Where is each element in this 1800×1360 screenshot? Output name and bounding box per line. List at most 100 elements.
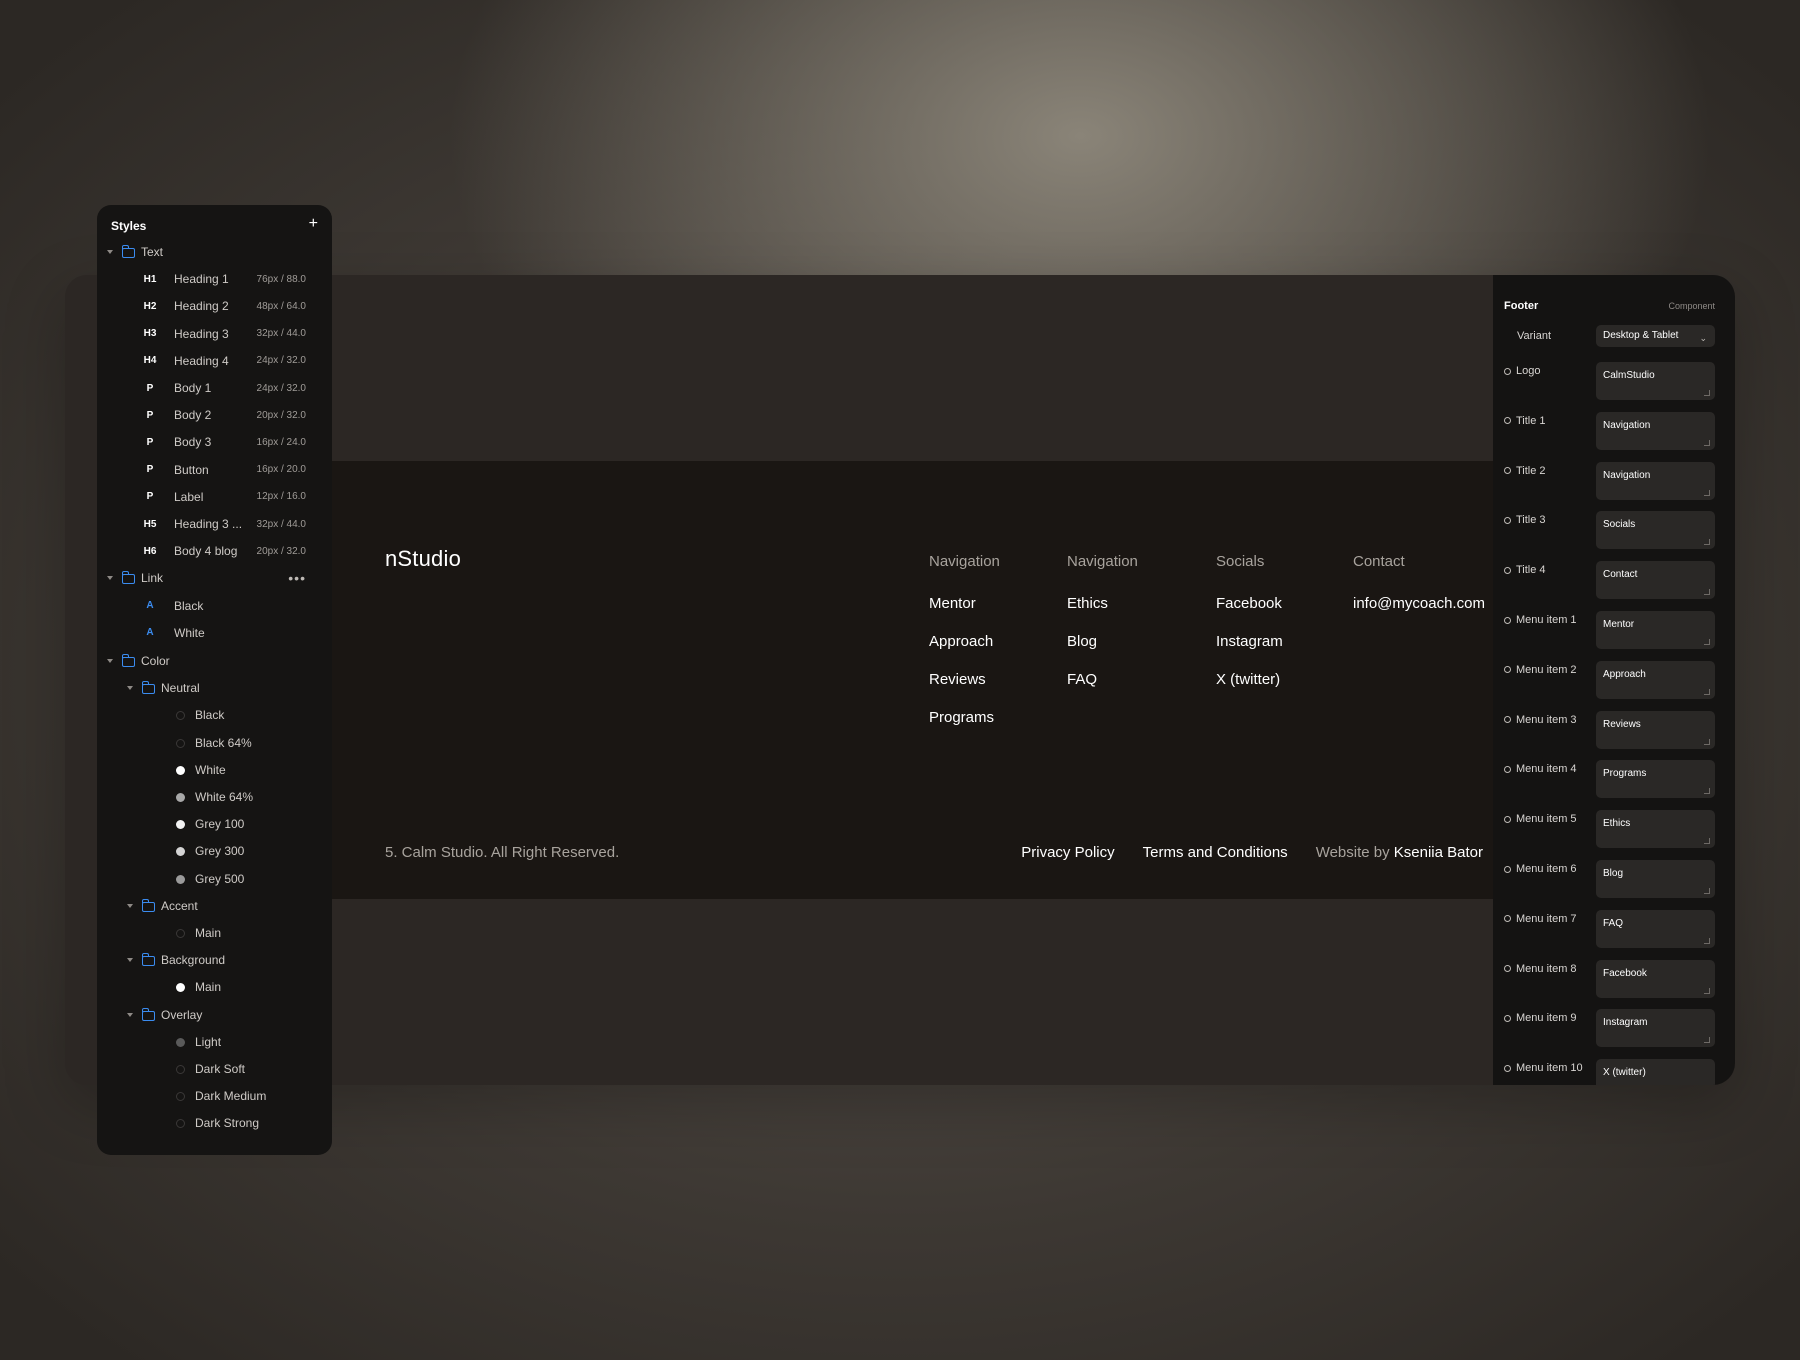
- resize-grip-icon[interactable]: [1704, 838, 1710, 845]
- contact-email-link[interactable]: info@mycoach.com: [1353, 595, 1485, 633]
- resize-grip-icon[interactable]: [1704, 390, 1710, 396]
- style-row[interactable]: Background: [97, 950, 332, 970]
- resize-grip-icon[interactable]: [1704, 439, 1710, 446]
- resize-grip-icon[interactable]: [1704, 788, 1710, 795]
- resize-grip-icon[interactable]: [1704, 539, 1710, 546]
- terms-link[interactable]: Terms and Conditions: [1143, 844, 1288, 861]
- property-link-icon[interactable]: [1504, 467, 1511, 475]
- property-text-field[interactable]: FAQ: [1596, 909, 1715, 948]
- style-row[interactable]: Grey 300: [97, 841, 332, 861]
- property-text-field[interactable]: Socials: [1596, 511, 1715, 550]
- style-row[interactable]: A Black: [97, 596, 332, 616]
- property-link-icon[interactable]: [1504, 516, 1511, 524]
- property-text-field[interactable]: Facebook: [1596, 959, 1715, 998]
- style-row[interactable]: Accent: [97, 896, 332, 916]
- style-row[interactable]: Black: [97, 705, 332, 725]
- property-text-field[interactable]: Ethics: [1596, 810, 1715, 849]
- style-row[interactable]: Overlay: [97, 1005, 332, 1025]
- style-row[interactable]: Grey 500: [97, 869, 332, 889]
- style-row[interactable]: H1 Heading 1 76px / 88.0: [97, 269, 332, 289]
- style-row[interactable]: H2 Heading 2 48px / 64.0: [97, 296, 332, 316]
- style-row[interactable]: Grey 100: [97, 814, 332, 834]
- property-link-icon[interactable]: [1504, 716, 1511, 724]
- style-row[interactable]: Link •••: [97, 568, 332, 588]
- footer-link[interactable]: Approach: [929, 633, 1000, 671]
- caret-down-icon[interactable]: [127, 903, 133, 908]
- footer-link[interactable]: Facebook: [1216, 595, 1283, 633]
- privacy-policy-link[interactable]: Privacy Policy: [1021, 844, 1114, 861]
- caret-down-icon[interactable]: [107, 659, 113, 663]
- footer-link[interactable]: Blog: [1067, 633, 1138, 671]
- property-link-icon[interactable]: [1504, 616, 1511, 624]
- resize-grip-icon[interactable]: [1704, 738, 1710, 745]
- property-link-icon[interactable]: [1504, 765, 1511, 773]
- property-text-field[interactable]: X (twitter): [1596, 1059, 1715, 1085]
- property-link-icon[interactable]: [1504, 1064, 1511, 1072]
- style-row[interactable]: Dark Strong: [97, 1113, 332, 1133]
- style-row[interactable]: H5 Heading 3 ... 32px / 44.0: [97, 514, 332, 534]
- caret-down-icon[interactable]: [127, 1012, 133, 1017]
- style-row[interactable]: White: [97, 760, 332, 780]
- property-text-field[interactable]: Reviews: [1596, 710, 1715, 749]
- style-row[interactable]: Main: [97, 977, 332, 997]
- style-row[interactable]: Main: [97, 923, 332, 943]
- property-text-field[interactable]: CalmStudio: [1596, 362, 1715, 400]
- footer-link[interactable]: Ethics: [1067, 595, 1138, 633]
- style-row[interactable]: Light: [97, 1032, 332, 1052]
- property-link-icon[interactable]: [1504, 865, 1511, 873]
- style-row[interactable]: P Body 1 24px / 32.0: [97, 378, 332, 398]
- property-link-icon[interactable]: [1504, 566, 1511, 574]
- caret-down-icon[interactable]: [107, 576, 113, 581]
- style-row[interactable]: Dark Medium: [97, 1086, 332, 1106]
- property-text-field[interactable]: Programs: [1596, 760, 1715, 799]
- style-row[interactable]: Neutral: [97, 678, 332, 698]
- property-link-icon[interactable]: [1504, 915, 1511, 923]
- property-text-field[interactable]: Instagram: [1596, 1009, 1715, 1048]
- style-row[interactable]: P Body 3 16px / 24.0: [97, 432, 332, 452]
- footer-preview[interactable]: nStudio Navigation Mentor Approach Revie…: [255, 461, 1510, 899]
- property-text-field[interactable]: Approach: [1596, 660, 1715, 699]
- property-link-icon[interactable]: [1504, 815, 1511, 823]
- footer-link[interactable]: Reviews: [929, 671, 1000, 709]
- style-row[interactable]: White 64%: [97, 787, 332, 807]
- property-link-icon[interactable]: [1504, 965, 1511, 973]
- style-row[interactable]: Color: [97, 651, 332, 671]
- property-link-icon[interactable]: [1504, 1014, 1511, 1022]
- resize-grip-icon[interactable]: [1704, 639, 1710, 645]
- style-row[interactable]: H6 Body 4 blog 20px / 32.0: [97, 541, 332, 561]
- resize-grip-icon[interactable]: [1704, 987, 1710, 994]
- resize-grip-icon[interactable]: [1704, 688, 1710, 695]
- variant-select[interactable]: Desktop & Tablet ⌄: [1596, 325, 1715, 347]
- style-row[interactable]: P Body 2 20px / 32.0: [97, 405, 332, 425]
- property-text-field[interactable]: Navigation: [1596, 411, 1715, 450]
- footer-link[interactable]: Mentor: [929, 595, 1000, 633]
- property-link-icon[interactable]: [1504, 666, 1511, 674]
- footer-logo[interactable]: nStudio: [385, 546, 461, 572]
- style-row[interactable]: P Label 12px / 16.0: [97, 487, 332, 507]
- style-row[interactable]: A White: [97, 623, 332, 643]
- footer-link[interactable]: FAQ: [1067, 671, 1138, 709]
- footer-link[interactable]: Programs: [929, 709, 1000, 747]
- style-row[interactable]: Black 64%: [97, 733, 332, 753]
- style-row[interactable]: Dark Soft: [97, 1059, 332, 1079]
- footer-link[interactable]: X (twitter): [1216, 671, 1283, 709]
- property-text-field[interactable]: Mentor: [1596, 611, 1715, 649]
- more-options-icon[interactable]: •••: [288, 570, 306, 586]
- credit-name-link[interactable]: Kseniia Bator: [1394, 844, 1483, 861]
- add-style-icon[interactable]: +: [309, 215, 318, 233]
- caret-down-icon[interactable]: [127, 958, 133, 963]
- property-text-field[interactable]: Navigation: [1596, 461, 1715, 500]
- property-link-icon[interactable]: [1504, 417, 1511, 425]
- property-text-field[interactable]: Contact: [1596, 561, 1715, 600]
- resize-grip-icon[interactable]: [1704, 888, 1710, 894]
- property-text-field[interactable]: Blog: [1596, 860, 1715, 898]
- resize-grip-icon[interactable]: [1704, 1037, 1710, 1044]
- style-row[interactable]: Text: [97, 242, 332, 262]
- style-row[interactable]: H4 Heading 4 24px / 32.0: [97, 351, 332, 371]
- caret-down-icon[interactable]: [127, 686, 133, 691]
- resize-grip-icon[interactable]: [1704, 489, 1710, 496]
- caret-down-icon[interactable]: [107, 250, 113, 254]
- resize-grip-icon[interactable]: [1704, 589, 1710, 596]
- property-link-icon[interactable]: [1504, 367, 1511, 375]
- style-row[interactable]: H3 Heading 3 32px / 44.0: [97, 324, 332, 344]
